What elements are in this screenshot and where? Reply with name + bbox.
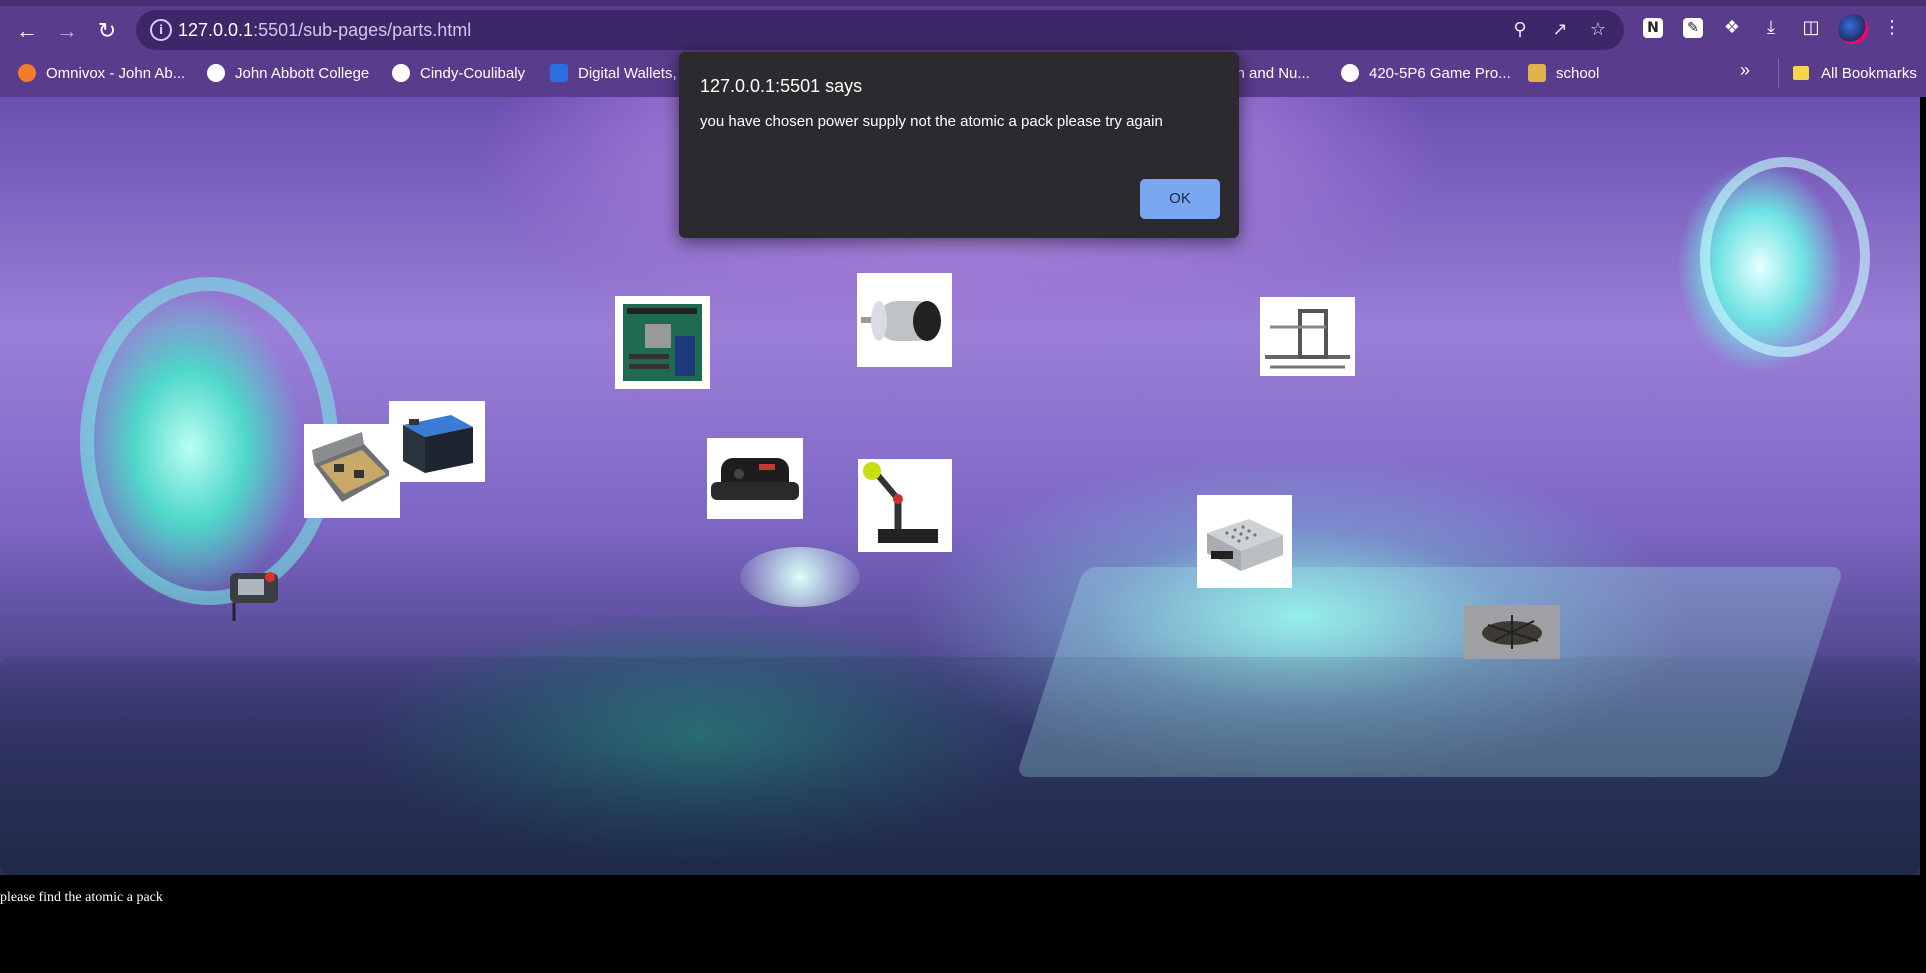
- bookmark-item[interactable]: Omnivox - John Ab...: [18, 58, 185, 88]
- bookmark-label: lth and Nu...: [1229, 64, 1310, 82]
- paypal-icon: [550, 64, 568, 82]
- notes-extension-icon[interactable]: ✎: [1683, 18, 1703, 38]
- bookmark-label: Cindy-Coulibaly: [420, 64, 526, 82]
- ceiling-light: [740, 547, 860, 607]
- toolkit-icon: [312, 432, 392, 502]
- extensions-puzzle-icon[interactable]: ❖: [1720, 16, 1744, 40]
- notion-extension-icon[interactable]: N: [1643, 18, 1663, 38]
- rail-frame-icon: [1265, 309, 1350, 369]
- arrow-left-icon: ←: [16, 18, 38, 43]
- all-bookmarks-button[interactable]: All Bookmarks: [1778, 58, 1917, 88]
- electric-motor-part[interactable]: [857, 273, 952, 367]
- url-text[interactable]: 127.0.0.1:5501/sub-pages/parts.html: [178, 20, 471, 41]
- alert-dialog: 127.0.0.1:5501 says you have chosen powe…: [679, 52, 1239, 238]
- sensor-module-part[interactable]: [707, 438, 803, 519]
- dialog-title: 127.0.0.1:5501 says: [700, 76, 863, 96]
- power-supply-part[interactable]: [1197, 495, 1292, 588]
- bookmark-label: John Abbott College: [235, 64, 370, 82]
- address-bar[interactable]: i 127.0.0.1:5501/sub-pages/parts.html ⚲ …: [136, 10, 1624, 50]
- url-host: 127.0.0.1: [178, 20, 254, 40]
- power-supply-icon: [1207, 519, 1283, 571]
- all-bookmarks-label: All Bookmarks: [1821, 64, 1917, 82]
- side-panel-icon[interactable]: ◫: [1799, 16, 1823, 40]
- bookmark-label: school: [1556, 64, 1600, 82]
- mechanical-assembly-part[interactable]: [1464, 605, 1560, 659]
- teach-pendant-part[interactable]: [224, 565, 283, 624]
- teach-pendant-icon: [230, 572, 278, 621]
- control-desk: [1015, 567, 1845, 777]
- bookmark-star-icon[interactable]: ☆: [1587, 19, 1609, 41]
- github-icon: [392, 64, 410, 82]
- reload-icon: ↻: [97, 18, 117, 43]
- ok-button[interactable]: OK: [1140, 179, 1220, 219]
- globe-icon: [207, 64, 225, 82]
- bookmark-item[interactable]: Cindy-Coulibaly: [392, 58, 525, 88]
- bookmark-item[interactable]: 420-5P6 Game Pro...: [1341, 58, 1511, 88]
- bookmark-label: 420-5P6 Game Pro...: [1369, 64, 1511, 82]
- linear-rail-frame-part[interactable]: [1260, 297, 1355, 376]
- battery-part[interactable]: [389, 401, 485, 482]
- bookmark-label: Digital Wallets,: [578, 64, 677, 82]
- sensor-icon: [711, 458, 799, 500]
- download-icon[interactable]: ⤓: [1759, 16, 1783, 40]
- bookmark-label: Omnivox - John Ab...: [46, 64, 186, 82]
- menu-kebab-icon[interactable]: ⋮: [1880, 16, 1904, 40]
- zoom-icon[interactable]: ⚲: [1509, 19, 1531, 41]
- forward-button[interactable]: →: [50, 14, 84, 48]
- instruction-text: please find the atomic a pack: [0, 890, 163, 905]
- site-info-icon[interactable]: i: [150, 19, 172, 41]
- arrow-right-icon: →: [56, 18, 78, 43]
- crown-icon: [1528, 64, 1546, 82]
- bookmarks-overflow-button[interactable]: »: [1740, 60, 1750, 81]
- tool-kit-case-part[interactable]: [304, 424, 400, 518]
- tab-strip: [0, 0, 1926, 6]
- url-path: :5501/sub-pages/parts.html: [253, 20, 472, 40]
- bookmark-item[interactable]: lth and Nu...: [1229, 58, 1310, 88]
- profile-avatar[interactable]: [1838, 14, 1868, 44]
- share-icon[interactable]: ↗: [1549, 19, 1571, 41]
- globe-icon: [1341, 64, 1359, 82]
- dialog-message: you have chosen power supply not the ato…: [700, 113, 1163, 130]
- bookmark-item[interactable]: school: [1528, 58, 1599, 88]
- back-button[interactable]: ←: [10, 14, 44, 48]
- bookmark-item[interactable]: John Abbott College: [207, 58, 369, 88]
- folder-icon: [1793, 66, 1809, 80]
- robot-arm-part[interactable]: [858, 459, 952, 552]
- mechanical-assembly-icon: [1482, 615, 1542, 649]
- porthole-window: [1700, 157, 1870, 357]
- battery-icon: [403, 415, 473, 473]
- reload-button[interactable]: ↻: [90, 14, 124, 48]
- robot-arm-icon: [863, 462, 938, 543]
- omnivox-icon: [18, 64, 36, 82]
- portal-ring: [80, 277, 338, 605]
- motherboard-icon: [623, 304, 702, 381]
- motor-icon: [861, 301, 941, 341]
- bookmark-item[interactable]: Digital Wallets,: [550, 58, 677, 88]
- motherboard-part[interactable]: [615, 296, 710, 389]
